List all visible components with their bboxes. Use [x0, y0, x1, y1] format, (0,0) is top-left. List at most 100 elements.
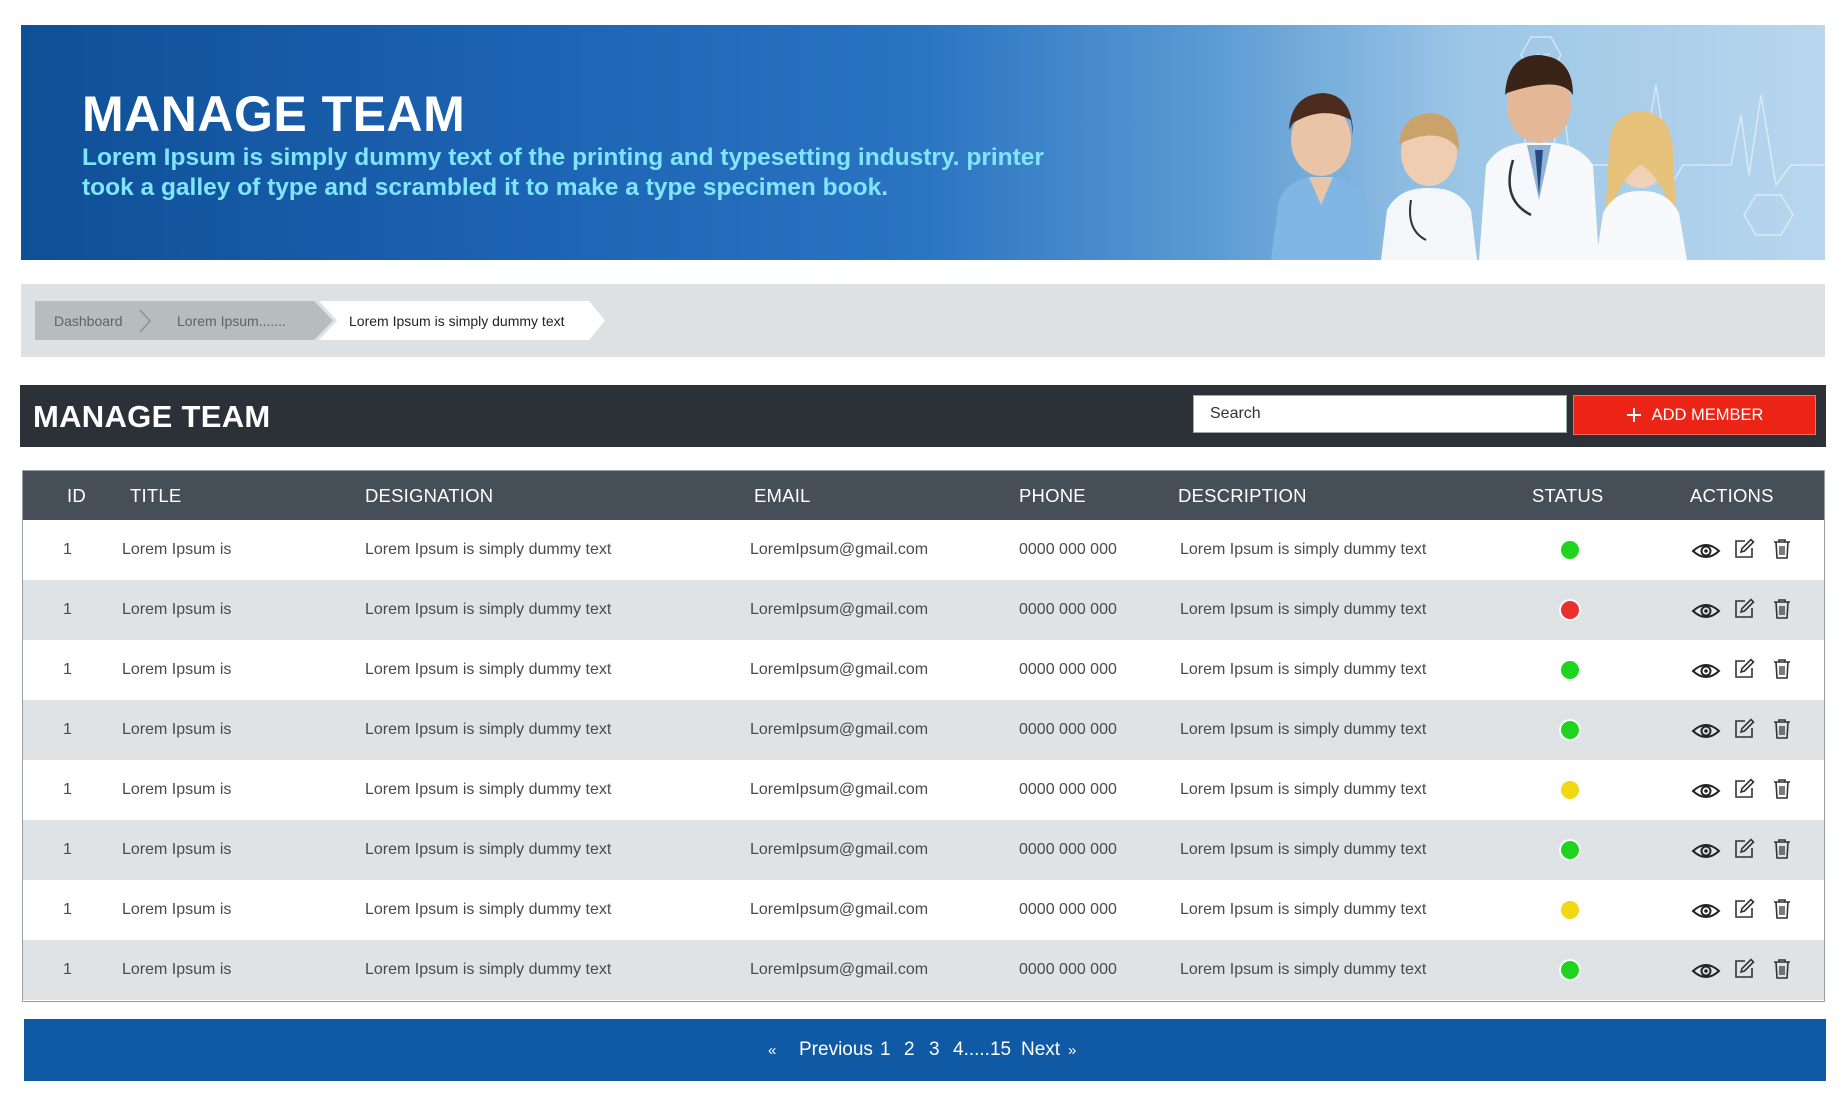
column-header-phone[interactable]: PHONE — [1019, 485, 1086, 507]
cell-title: Lorem Ipsum is — [122, 781, 232, 798]
cell-description: Lorem Ipsum is simply dummy text — [1180, 661, 1427, 678]
cell-description: Lorem Ipsum is simply dummy text — [1180, 841, 1427, 858]
last-page-link[interactable]: » — [1068, 1042, 1076, 1059]
cell-id: 1 — [63, 961, 72, 978]
table-row: 1 Lorem Ipsum is Lorem Ipsum is simply dum… — [23, 520, 1824, 580]
trash-icon[interactable] — [1772, 838, 1792, 860]
eye-icon[interactable] — [1691, 601, 1721, 621]
cell-id: 1 — [63, 541, 72, 558]
eye-icon[interactable] — [1691, 781, 1721, 801]
chevron-right-icon — [139, 309, 152, 333]
banner-subtitle: Lorem Ipsum is simply dummy text of the … — [82, 144, 1044, 201]
previous-page-link[interactable]: Previous — [799, 1039, 873, 1061]
edit-icon[interactable] — [1733, 898, 1755, 920]
trash-icon[interactable] — [1772, 958, 1792, 980]
trash-icon[interactable] — [1772, 778, 1792, 800]
eye-icon[interactable] — [1691, 661, 1721, 681]
cell-title: Lorem Ipsum is — [122, 961, 232, 978]
column-header-title[interactable]: TITLE — [130, 485, 181, 507]
cell-email: LoremIpsum@gmail.com — [750, 541, 929, 558]
edit-icon[interactable] — [1733, 598, 1755, 620]
table-header: ID TITLE DESIGNATION EMAIL PHONE DESCRIP… — [23, 471, 1824, 520]
status-indicator — [1561, 601, 1579, 619]
section-header: MANAGE TEAM ADD MEMBER — [20, 385, 1826, 447]
cell-designation: Lorem Ipsum is simply dummy text — [365, 721, 612, 738]
cell-email: LoremIpsum@gmail.com — [750, 721, 929, 738]
add-member-button[interactable]: ADD MEMBER — [1573, 395, 1816, 435]
cell-id: 1 — [63, 601, 72, 618]
page-link-2[interactable]: 2 — [904, 1039, 915, 1061]
breadcrumb-item-current: Lorem Ipsum is simply dummy text — [349, 313, 565, 329]
cell-phone: 0000 000 000 — [1019, 781, 1117, 798]
plus-icon — [1626, 408, 1641, 422]
eye-icon[interactable] — [1691, 901, 1721, 921]
eye-icon[interactable] — [1691, 961, 1721, 981]
status-indicator — [1561, 541, 1579, 559]
cell-email: LoremIpsum@gmail.com — [750, 841, 929, 858]
table-row: 1 Lorem Ipsum is Lorem Ipsum is simply dum… — [23, 700, 1824, 760]
eye-icon[interactable] — [1691, 841, 1721, 861]
hero-banner: MANAGE TEAM Lorem Ipsum is simply dummy … — [21, 25, 1825, 260]
column-header-designation[interactable]: DESIGNATION — [365, 485, 493, 507]
column-header-id[interactable]: ID — [67, 485, 86, 507]
column-header-actions: ACTIONS — [1690, 485, 1774, 506]
status-indicator — [1561, 841, 1579, 859]
cell-description: Lorem Ipsum is simply dummy text — [1180, 721, 1427, 738]
cell-designation: Lorem Ipsum is simply dummy text — [365, 841, 612, 858]
cell-phone: 0000 000 000 — [1019, 601, 1117, 618]
cell-email: LoremIpsum@gmail.com — [750, 901, 929, 918]
cell-designation: Lorem Ipsum is simply dummy text — [365, 661, 612, 678]
column-header-email[interactable]: EMAIL — [754, 485, 811, 507]
edit-icon[interactable] — [1733, 778, 1755, 800]
cell-title: Lorem Ipsum is — [122, 901, 232, 918]
status-indicator — [1561, 961, 1579, 979]
breadcrumb-item-section[interactable]: Lorem Ipsum....... — [177, 313, 286, 329]
page-link-1[interactable]: 1 — [880, 1039, 891, 1061]
cell-description: Lorem Ipsum is simply dummy text — [1180, 541, 1427, 558]
table-row: 1 Lorem Ipsum is Lorem Ipsum is simply dum… — [23, 820, 1824, 880]
status-indicator — [1561, 781, 1579, 799]
cell-id: 1 — [63, 721, 72, 738]
cell-description: Lorem Ipsum is simply dummy text — [1180, 961, 1427, 978]
edit-icon[interactable] — [1733, 538, 1755, 560]
cell-phone: 0000 000 000 — [1019, 961, 1117, 978]
first-page-link[interactable]: « — [768, 1042, 776, 1059]
trash-icon[interactable] — [1772, 718, 1792, 740]
status-indicator — [1561, 721, 1579, 739]
table-row: 1 Lorem Ipsum is Lorem Ipsum is simply dum… — [23, 580, 1824, 640]
cell-title: Lorem Ipsum is — [122, 721, 232, 738]
cell-phone: 0000 000 000 — [1019, 541, 1117, 558]
cell-phone: 0000 000 000 — [1019, 841, 1117, 858]
table-row: 1 Lorem Ipsum is Lorem Ipsum is simply dum… — [23, 880, 1824, 940]
cell-email: LoremIpsum@gmail.com — [750, 661, 929, 678]
cell-designation: Lorem Ipsum is simply dummy text — [365, 601, 612, 618]
page-link-last-range[interactable]: 4.....15 — [953, 1039, 1011, 1061]
cell-email: LoremIpsum@gmail.com — [750, 961, 929, 978]
cell-designation: Lorem Ipsum is simply dummy text — [365, 961, 612, 978]
edit-icon[interactable] — [1733, 958, 1755, 980]
eye-icon[interactable] — [1691, 721, 1721, 741]
cell-title: Lorem Ipsum is — [122, 601, 232, 618]
search-input[interactable] — [1193, 395, 1567, 433]
page-link-3[interactable]: 3 — [929, 1039, 940, 1061]
trash-icon[interactable] — [1772, 598, 1792, 620]
team-table: ID TITLE DESIGNATION EMAIL PHONE DESCRIP… — [22, 470, 1825, 1002]
column-header-status[interactable]: STATUS — [1532, 485, 1603, 507]
edit-icon[interactable] — [1733, 658, 1755, 680]
edit-icon[interactable] — [1733, 718, 1755, 740]
pagination: « Previous 1 2 3 4.....15 Next » — [24, 1019, 1826, 1081]
cell-phone: 0000 000 000 — [1019, 721, 1117, 738]
column-header-description[interactable]: DESCRIPTION — [1178, 485, 1307, 507]
cell-email: LoremIpsum@gmail.com — [750, 601, 929, 618]
trash-icon[interactable] — [1772, 898, 1792, 920]
edit-icon[interactable] — [1733, 838, 1755, 860]
trash-icon[interactable] — [1772, 538, 1792, 560]
next-page-link[interactable]: Next — [1021, 1039, 1060, 1061]
cell-email: LoremIpsum@gmail.com — [750, 781, 929, 798]
breadcrumb-item-dashboard[interactable]: Dashboard — [54, 313, 123, 329]
trash-icon[interactable] — [1772, 658, 1792, 680]
section-title: MANAGE TEAM — [33, 399, 271, 434]
eye-icon[interactable] — [1691, 541, 1721, 561]
cell-designation: Lorem Ipsum is simply dummy text — [365, 781, 612, 798]
table-row: 1 Lorem Ipsum is Lorem Ipsum is simply dum… — [23, 640, 1824, 700]
